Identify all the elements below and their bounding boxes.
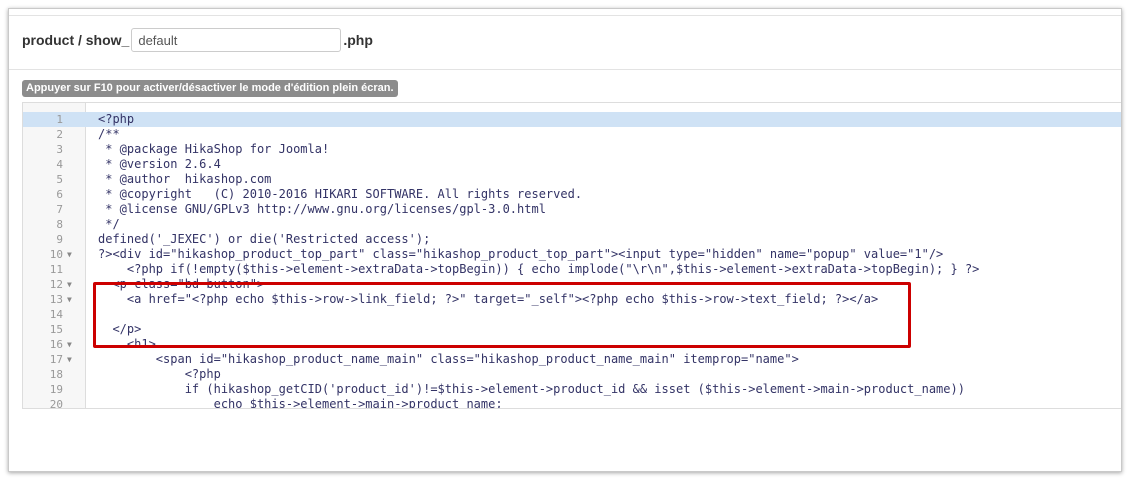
code-line[interactable]: 19 if (hikashop_getCID('product_id')!=$t… — [23, 382, 1121, 397]
top-divider — [9, 15, 1121, 16]
code-line[interactable]: 1 <?php — [23, 112, 1121, 127]
code-line[interactable]: 4 * @version 2.6.4 — [23, 157, 1121, 172]
fold-arrow-icon[interactable]: ▼ — [67, 352, 72, 367]
line-number: 20 — [49, 398, 63, 409]
code-line[interactable]: 17 ▼ <span id="hikashop_product_name_main… — [23, 352, 1121, 367]
line-number: 5 — [56, 173, 63, 186]
line-number: 14 — [49, 308, 63, 321]
line-number: 7 — [56, 203, 63, 216]
fold-arrow-icon[interactable]: ▼ — [67, 247, 72, 262]
code-line[interactable]: 7 * @license GNU/GPLv3 http://www.gnu.or… — [23, 202, 1121, 217]
code-text: * @copyright (C) 2010-2016 HIKARI SOFTWA… — [98, 187, 583, 201]
template-editor-panel: product / show_ .php Appuyer sur F10 pou… — [8, 8, 1122, 472]
code-text: * @author hikashop.com — [98, 172, 272, 186]
filename-suffix: .php — [343, 32, 373, 48]
line-number: 15 — [49, 323, 63, 336]
code-text: * @license GNU/GPLv3 http://www.gnu.org/… — [98, 202, 546, 216]
line-number: 10 — [49, 248, 63, 261]
line-number: 6 — [56, 188, 63, 201]
line-number: 2 — [56, 128, 63, 141]
line-number: 11 — [49, 263, 63, 276]
code-line[interactable]: 13 ▼ <a href="<?php echo $this->row->link… — [23, 292, 1121, 307]
code-line[interactable]: 12 ▼ <p class="bd-button"> — [23, 277, 1121, 292]
line-number: 3 — [56, 143, 63, 156]
code-text: * @version 2.6.4 — [98, 157, 221, 171]
code-text: <h1> — [98, 337, 156, 351]
code-text: <?php if(!empty($this->element->extraDat… — [98, 262, 980, 276]
code-text: <span id="hikashop_product_name_main" cl… — [98, 352, 799, 366]
code-text: echo $this->element->main->product_name; — [98, 397, 503, 409]
line-number: 4 — [56, 158, 63, 171]
code-line[interactable]: 11 <?php if(!empty($this->element->extra… — [23, 262, 1121, 277]
code-line[interactable]: 20 echo $this->element->main->product_na… — [23, 397, 1121, 409]
section-divider — [9, 69, 1121, 70]
code-text: defined('_JEXEC') or die('Restricted acc… — [98, 232, 431, 246]
filename-input[interactable] — [131, 28, 342, 52]
line-number: 17 — [49, 353, 63, 366]
code-text: <a href="<?php echo $this->row->link_fie… — [98, 292, 879, 306]
code-lines: 1 <?php 2/** 3 * @package HikaShop for Joom… — [23, 112, 1121, 409]
code-text: if (hikashop_getCID('product_id')!=$this… — [98, 382, 965, 396]
filename-prefix: product / show_ — [22, 32, 130, 48]
line-number: 8 — [56, 218, 63, 231]
line-number: 12 — [49, 278, 63, 291]
code-text: * @package HikaShop for Joomla! — [98, 142, 330, 156]
code-text: */ — [98, 217, 120, 231]
code-line[interactable]: 14 — [23, 307, 1121, 322]
code-line[interactable]: 5 * @author hikashop.com — [23, 172, 1121, 187]
code-line[interactable]: 18 <?php — [23, 367, 1121, 382]
code-text: <?php — [98, 367, 221, 381]
code-line[interactable]: 16 ▼ <h1> — [23, 337, 1121, 352]
code-line[interactable]: 6 * @copyright (C) 2010-2016 HIKARI SOFT… — [23, 187, 1121, 202]
fullscreen-hint-badge: Appuyer sur F10 pour activer/désactiver … — [22, 80, 398, 97]
code-line[interactable]: 3 * @package HikaShop for Joomla! — [23, 142, 1121, 157]
code-line[interactable]: 15 </p> — [23, 322, 1121, 337]
line-number: 18 — [49, 368, 63, 381]
fold-arrow-icon[interactable]: ▼ — [67, 292, 72, 307]
code-text: ?><div id="hikashop_product_top_part" cl… — [98, 247, 944, 261]
line-number: 13 — [49, 293, 63, 306]
filename-row: product / show_ .php — [22, 25, 373, 55]
fold-arrow-icon[interactable]: ▼ — [67, 277, 72, 292]
line-number: 9 — [56, 233, 63, 246]
code-line[interactable]: 9 defined('_JEXEC') or die('Restricted ac… — [23, 232, 1121, 247]
code-line[interactable]: 8 */ — [23, 217, 1121, 232]
line-number: 1 — [56, 113, 63, 126]
code-line[interactable]: 10 ▼ ?><div id="hikashop_product_top_part"… — [23, 247, 1121, 262]
code-text: /** — [98, 127, 120, 141]
fold-arrow-icon[interactable]: ▼ — [67, 337, 72, 352]
code-text: </p> — [98, 322, 142, 336]
code-editor[interactable]: 1 <?php 2/** 3 * @package HikaShop for Joom… — [22, 102, 1121, 409]
code-text: <?php — [98, 112, 135, 126]
line-number: 19 — [49, 383, 63, 396]
line-number: 16 — [49, 338, 63, 351]
code-line[interactable]: 2 /** — [23, 127, 1121, 142]
code-text: <p class="bd-button"> — [98, 277, 265, 291]
